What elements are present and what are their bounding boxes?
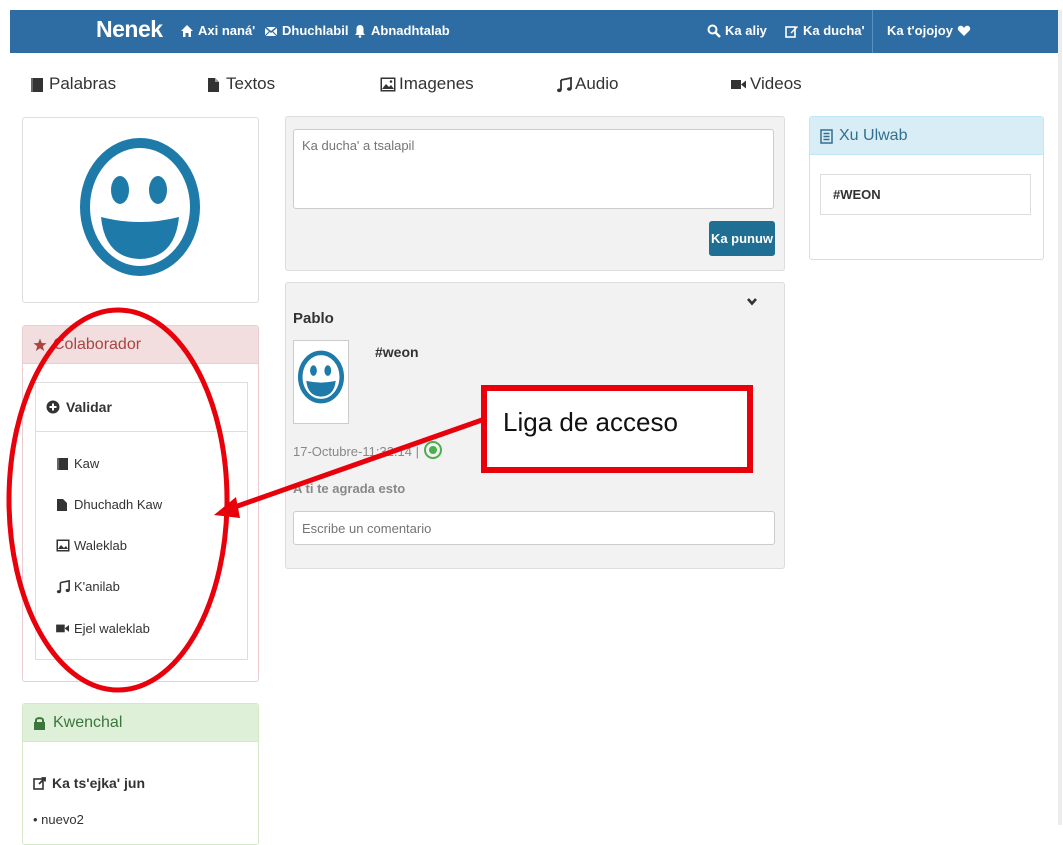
validate-title[interactable]: Validar [36,383,247,432]
home-icon [180,24,194,38]
like-icon[interactable] [423,440,443,463]
post-timestamp: 17-Octubre-11:32:14 | [293,444,419,459]
publish-button[interactable]: Ka punuw [709,221,775,256]
book-icon [30,77,44,92]
nav-notifications[interactable]: Abnadhtalab [353,23,450,38]
picture-icon [380,77,396,92]
nav-home-label: Axi naná' [198,23,256,38]
validate-item-label: Kaw [74,456,100,471]
nav-search-label: Ka aliy [725,23,767,38]
post-meta: 17-Octubre-11:32:14 | [293,440,443,463]
file-icon [56,498,70,512]
validate-item-label: Dhuchadh Kaw [74,497,163,512]
kwenchal-heading: Kwenchal [23,704,258,742]
comment-input[interactable] [293,511,775,545]
chevron-down-icon[interactable] [746,294,758,312]
trends-panel: Xu Ulwab #WEON [809,116,1044,260]
trend-tag[interactable]: #WEON [820,174,1031,215]
validate-item-words[interactable]: Kaw [56,456,99,471]
nav-write-label: Ka ducha' [803,23,865,38]
validate-item-label: K'anilab [74,579,120,594]
nav-user-menu[interactable]: Ka t'ojojoy [887,23,971,38]
post-textarea[interactable] [293,129,774,209]
lock-icon [33,716,47,730]
kwenchal-panel: Kwenchal Ka ts'ejka' jun • nuevo2 [22,703,259,845]
category-words[interactable]: Palabras [30,74,116,94]
create-link[interactable]: Ka ts'ejka' jun [33,775,145,791]
validate-item-texts[interactable]: Dhuchadh Kaw [56,497,162,512]
music-icon [56,579,70,594]
nav-divider [872,10,873,53]
likes-text: A ti te agrada esto [293,481,406,496]
access-link-annotation: Liga de acceso [481,385,753,473]
nav-messages-label: Dhuchlabil [282,23,349,38]
category-images-label: Imagenes [399,74,474,93]
validate-title-label: Validar [66,399,112,415]
picture-icon [56,539,70,553]
bell-icon [353,24,367,38]
trends-heading: Xu Ulwab [810,117,1043,155]
nav-notifications-label: Abnadhtalab [371,23,450,38]
edit-icon [785,24,799,38]
validate-list: Validar Kaw Dhuchadh Kaw Waleklab K'anil… [35,382,248,660]
search-icon [707,24,721,38]
validate-item-videos[interactable]: Ejel waleklab [56,621,150,636]
circle-plus-icon [46,400,60,414]
music-icon [556,77,572,93]
create-link-label: Ka ts'ejka' jun [52,775,146,791]
nav-messages[interactable]: Dhuchlabil [264,23,348,38]
collaborator-heading-label: Colaborador [53,335,142,353]
smiley-avatar-icon[interactable] [79,137,201,277]
nav-search[interactable]: Ka aliy [707,23,767,38]
validate-item-label: Waleklab [74,538,127,553]
share-icon [33,776,47,790]
category-images[interactable]: Imagenes [380,74,474,94]
nav-write[interactable]: Ka ducha' [785,23,865,38]
nav-user-menu-label: Ka t'ojojoy [887,23,953,38]
validate-item-images[interactable]: Waleklab [56,538,127,553]
trends-heading-label: Xu Ulwab [839,126,908,144]
top-navbar: Nenek Axi naná' Dhuchlabil Abnadhtalab K… [10,10,1058,53]
category-texts[interactable]: Textos [207,74,275,94]
category-videos[interactable]: Videos [731,74,802,94]
composer-panel: Ka punuw [285,116,785,271]
nav-home[interactable]: Axi naná' [180,23,255,38]
book-icon [56,457,70,471]
video-camera-icon [56,622,70,636]
validate-item-label: Ejel waleklab [74,621,150,636]
page-scrollbar[interactable] [1058,10,1062,825]
envelope-icon [264,24,278,38]
post-text: #weon [375,344,419,360]
file-icon [207,77,221,92]
category-videos-label: Videos [750,74,802,93]
category-audio-label: Audio [575,74,619,93]
post-author[interactable]: Pablo [293,310,334,327]
video-camera-icon [731,77,746,91]
brand-logo[interactable]: Nenek [96,16,163,43]
category-audio[interactable]: Audio [556,74,618,94]
smiley-avatar-icon [298,350,344,404]
validate-item-audio[interactable]: K'anilab [56,579,120,594]
collaborator-panel: Colaborador Validar Kaw Dhuchadh Kaw Wal… [22,325,259,682]
list-icon [820,128,834,144]
collaborator-heading: Colaborador [23,326,258,364]
post-author-avatar[interactable] [293,340,349,424]
profile-avatar-panel [22,117,259,303]
category-words-label: Palabras [49,74,117,93]
category-texts-label: Textos [226,74,276,93]
heart-icon [957,24,971,38]
star-icon [33,338,47,352]
kwenchal-heading-label: Kwenchal [53,713,123,731]
